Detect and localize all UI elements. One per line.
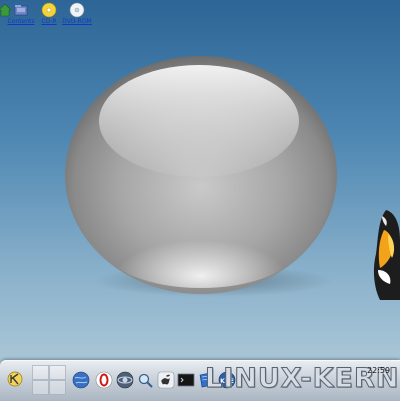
desktop-icon-cd-r[interactable]: CD-R	[34, 0, 64, 25]
desktop-icon-label: CD-R	[41, 18, 57, 25]
wallpaper-orb	[65, 56, 337, 297]
panel-clock[interactable]: 22:59	[367, 366, 390, 375]
pager-desktop-3[interactable]	[32, 380, 49, 395]
web-browser-icon	[72, 371, 90, 389]
search-launcher[interactable]	[137, 371, 155, 389]
desktop-icon-label: DVD-ROM	[62, 18, 92, 25]
network-launcher[interactable]	[116, 371, 134, 389]
search-icon	[138, 373, 153, 388]
mac-os-icon	[157, 371, 175, 389]
opera-icon	[95, 371, 113, 389]
pager-desktop-4[interactable]	[49, 380, 66, 395]
desktop-icon-contents[interactable]: Contents	[6, 0, 36, 25]
kde-menu-button[interactable]	[5, 369, 25, 389]
pager-desktop-1[interactable]	[32, 365, 49, 380]
dvd-icon	[69, 2, 85, 18]
mac-os-launcher[interactable]	[157, 371, 175, 389]
terminal-icon	[177, 373, 195, 387]
tux-penguin-image	[373, 210, 400, 300]
opera-launcher[interactable]	[95, 371, 113, 389]
pager-desktop-2[interactable]	[49, 365, 66, 380]
desktop-icon-dvd-rom[interactable]: DVD-ROM	[62, 0, 92, 25]
network-icon	[116, 371, 134, 389]
desktop-icon-label: Contents	[7, 18, 35, 25]
kde-menu-icon	[7, 371, 23, 387]
folder-icon	[13, 2, 29, 18]
desktop-pager[interactable]	[32, 365, 66, 395]
terminal-launcher[interactable]	[177, 371, 195, 389]
web-browser-launcher[interactable]	[72, 371, 90, 389]
cd-icon	[41, 2, 57, 18]
